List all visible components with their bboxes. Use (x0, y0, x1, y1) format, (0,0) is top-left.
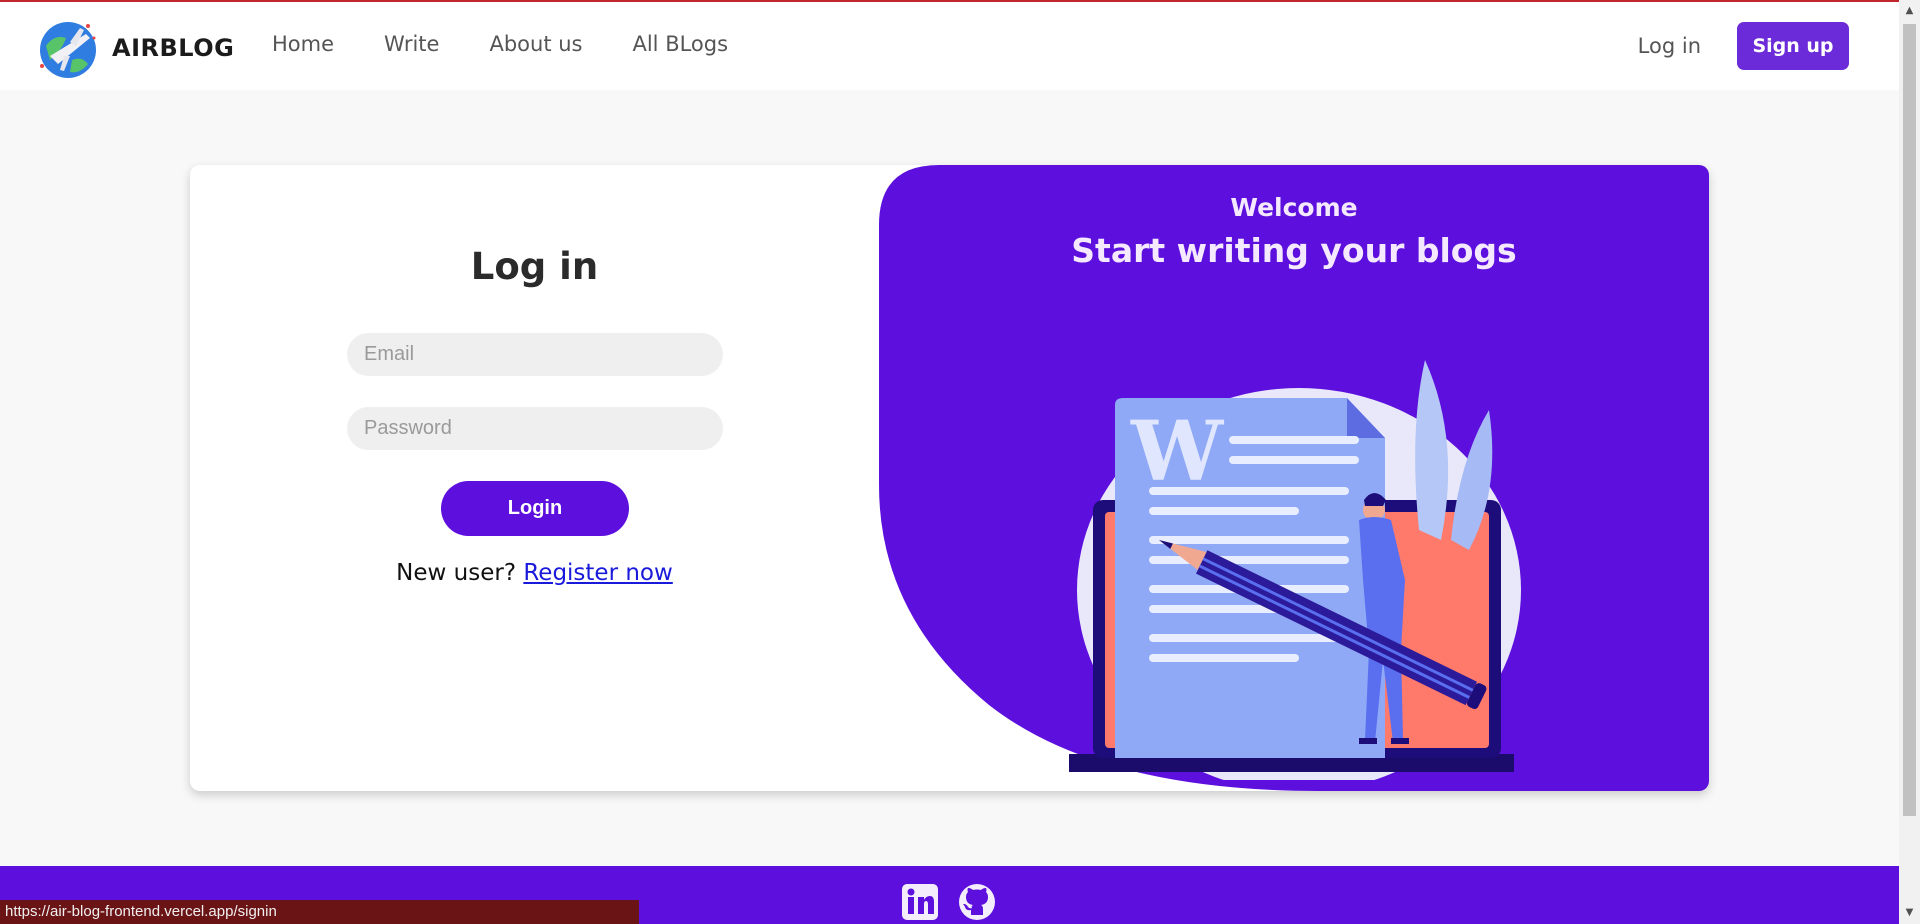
welcome-title: Start writing your blogs (1071, 231, 1517, 270)
signup-button[interactable]: Sign up (1737, 22, 1849, 70)
footer-social-icons (900, 882, 1014, 922)
welcome-pane: Welcome Start writing your blogs W (879, 165, 1709, 791)
nav-about-link[interactable]: About us (489, 32, 582, 56)
register-prompt: New user? Register now (190, 560, 879, 586)
browser-status-url: https://air-blog-frontend.vercel.app/sig… (0, 900, 639, 924)
login-title: Log in (470, 245, 599, 288)
nav-links: Home Write About us All BLogs (272, 32, 778, 56)
page-scrollbar[interactable]: ▲ ▼ (1899, 0, 1920, 924)
svg-text:W: W (1130, 404, 1225, 500)
scroll-up-arrow-icon[interactable]: ▲ (1899, 2, 1920, 20)
register-link[interactable]: Register now (523, 560, 672, 586)
brand-name: AIRBLOG (112, 34, 235, 62)
scroll-down-arrow-icon[interactable]: ▼ (1899, 904, 1920, 922)
github-icon[interactable] (957, 882, 997, 922)
blog-writing-illustration-icon: W (1069, 360, 1521, 780)
nav-write-link[interactable]: Write (384, 32, 439, 56)
scrollbar-thumb[interactable] (1903, 24, 1916, 816)
linkedin-icon[interactable] (900, 882, 940, 922)
nav-login-link[interactable]: Log in (1638, 34, 1701, 58)
airplane-globe-logo-icon (40, 22, 96, 78)
nav-home-link[interactable]: Home (272, 32, 334, 56)
brand[interactable]: AIRBLOG (36, 16, 234, 80)
navbar: AIRBLOG Home Write About us All BLogs Lo… (0, 2, 1899, 90)
email-field[interactable] (347, 333, 723, 376)
nav-all-blogs-link[interactable]: All BLogs (632, 32, 728, 56)
new-user-text: New user? (396, 560, 517, 586)
login-form-pane: Log in Login New user? Register now (190, 165, 879, 791)
password-field[interactable] (347, 407, 723, 450)
login-card: Log in Login New user? Register now Welc… (190, 165, 1709, 791)
welcome-subtitle: Welcome (1230, 193, 1358, 222)
login-button[interactable]: Login (441, 481, 629, 536)
nav-auth: Log in Sign up (1638, 22, 1849, 70)
